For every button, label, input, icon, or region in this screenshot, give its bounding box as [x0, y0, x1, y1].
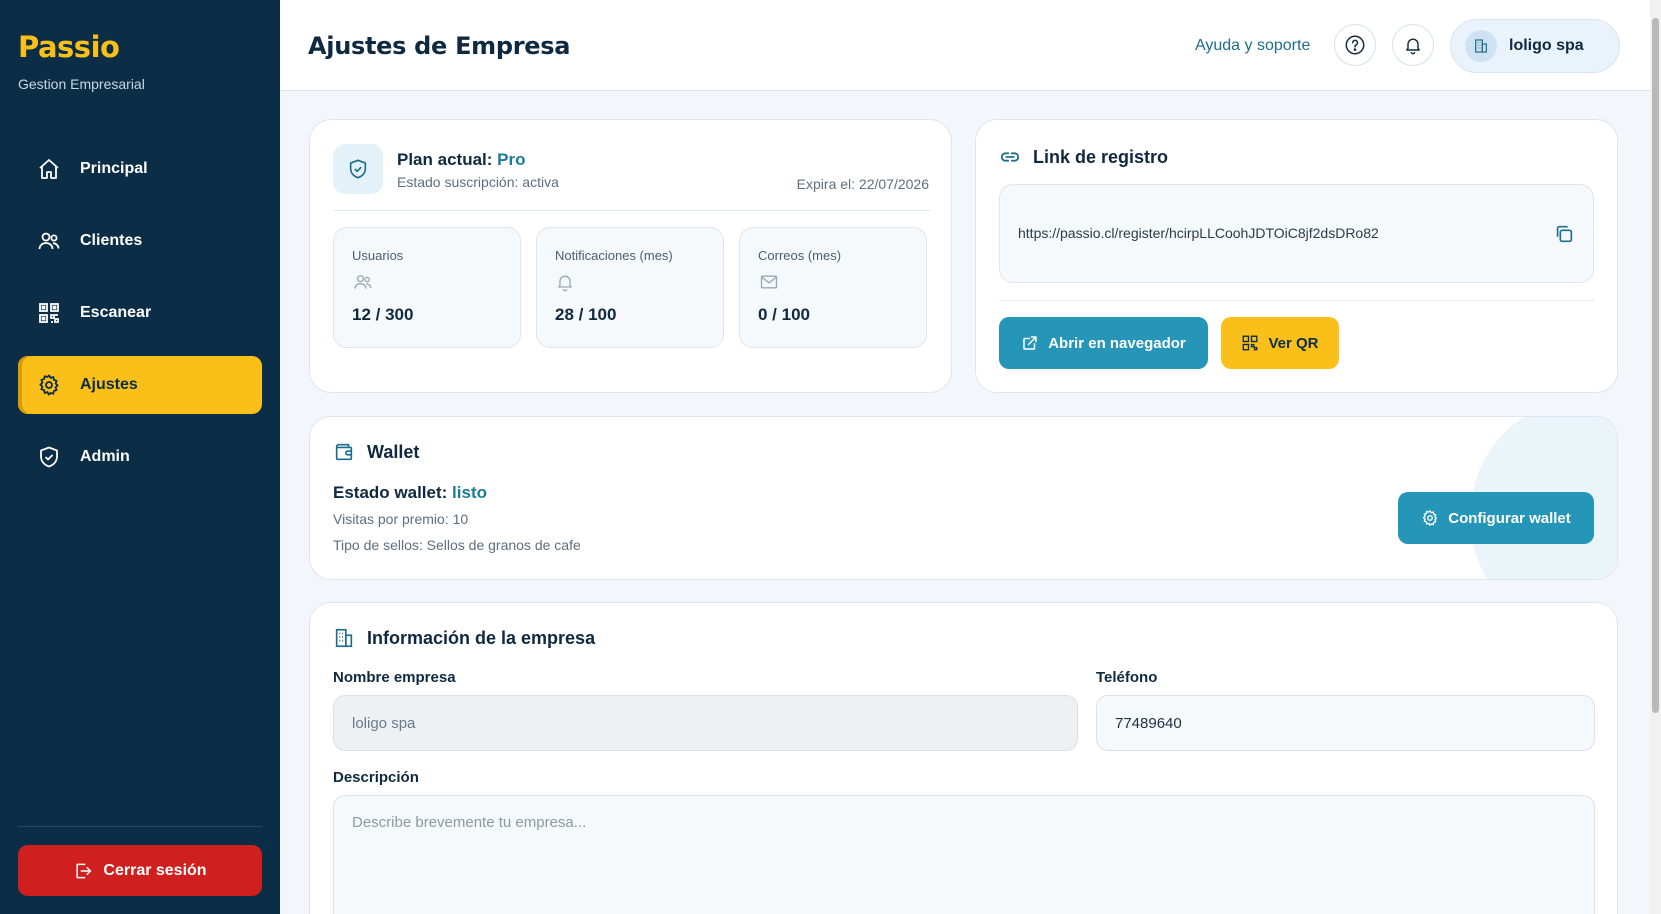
plan-title: Plan actual: Pro: [397, 150, 526, 170]
page-title: Ajustes de Empresa: [308, 32, 571, 60]
sidebar-item-clientes[interactable]: Clientes: [18, 212, 262, 270]
sidebar-item-label: Clientes: [80, 232, 143, 249]
open-in-browser-button[interactable]: Abrir en navegador: [999, 317, 1208, 369]
shield-check-icon: [347, 158, 369, 180]
wallet-state-value: listo: [452, 483, 487, 502]
card-title: Información de la empresa: [367, 627, 596, 648]
bell-icon: [1403, 35, 1423, 55]
button-label: Ver QR: [1268, 334, 1319, 352]
company-info-card: Información de la empresa Nombre empresa…: [309, 602, 1618, 914]
plan-title-prefix: Plan actual:: [397, 150, 493, 169]
link-icon: [999, 146, 1021, 168]
divider: [999, 300, 1594, 301]
phone-value: 77489640: [1115, 714, 1182, 732]
sidebar-item-label: Ajustes: [80, 376, 138, 393]
sidebar-item-label: Admin: [80, 448, 130, 465]
qr-icon: [36, 300, 62, 326]
gear-icon: [36, 372, 62, 398]
gear-icon: [1421, 509, 1439, 527]
logout-button[interactable]: Cerrar sesión: [18, 845, 262, 896]
building-icon: [1465, 30, 1497, 62]
description-label: Descripción: [333, 769, 419, 786]
card-title: Wallet: [367, 441, 420, 462]
stat-correos: Correos (mes) 0 / 100: [739, 227, 927, 348]
company-name-field[interactable]: loligo spa: [333, 695, 1078, 751]
divider: [333, 210, 931, 211]
stat-label: Notificaciones (mes): [555, 248, 673, 263]
sidebar-item-label: Principal: [80, 160, 148, 177]
description-placeholder: Describe brevemente tu empresa...: [352, 814, 587, 831]
building-icon: [333, 627, 355, 649]
sidebar-item-escanear[interactable]: Escanear: [18, 284, 262, 342]
logout-label: Cerrar sesión: [103, 861, 207, 879]
plan-expiry: Expira el: 22/07/2026: [796, 176, 929, 192]
sidebar-item-ajustes[interactable]: Ajustes: [18, 356, 262, 414]
plan-badge: [333, 144, 383, 194]
sidebar: Passio Gestion Empresarial Principal Cli…: [0, 0, 280, 914]
card-header: Información de la empresa: [333, 627, 595, 649]
stat-value: 28 / 100: [555, 305, 617, 324]
wallet-state: Estado wallet: listo: [333, 483, 487, 503]
wallet-visits: Visitas por premio: 10: [333, 511, 469, 527]
bell-icon: [555, 272, 705, 292]
mail-icon: [758, 272, 908, 292]
stat-value: 0 / 100: [758, 305, 810, 324]
question-icon: [1344, 34, 1366, 56]
card-header: Wallet: [333, 441, 419, 463]
plan-name: Pro: [497, 150, 526, 169]
button-label: Configurar wallet: [1448, 509, 1571, 527]
card-title: Link de registro: [1033, 146, 1169, 167]
users-icon: [36, 228, 62, 254]
phone-label: Teléfono: [1096, 669, 1158, 686]
sidebar-divider: [18, 826, 262, 827]
registration-link-card: Link de registro https://passio.cl/regis…: [975, 119, 1618, 393]
help-support-link[interactable]: Ayuda y soporte: [1195, 37, 1310, 55]
company-name-value: loligo spa: [352, 714, 416, 732]
stat-usuarios: Usuarios 12 / 300: [333, 227, 521, 348]
phone-field[interactable]: 77489640: [1096, 695, 1595, 751]
registration-url[interactable]: https://passio.cl/register/hcirpLLCoohJD…: [1018, 225, 1379, 241]
sidebar-item-principal[interactable]: Principal: [18, 140, 262, 198]
qr-icon: [1241, 334, 1259, 352]
sidebar-item-label: Escanear: [80, 304, 152, 321]
company-menu[interactable]: loligo spa: [1450, 19, 1620, 73]
users-icon: [352, 272, 502, 292]
stat-notificaciones: Notificaciones (mes) 28 / 100: [536, 227, 724, 348]
registration-url-box: https://passio.cl/register/hcirpLLCoohJD…: [999, 184, 1594, 283]
button-label: Abrir en navegador: [1048, 334, 1186, 352]
wallet-state-label: Estado wallet:: [333, 483, 448, 502]
top-bar: Ajustes de Empresa Ayuda y soporte lolig…: [280, 0, 1650, 91]
description-textarea[interactable]: Describe brevemente tu empresa...: [333, 795, 1595, 914]
sidebar-item-admin[interactable]: Admin: [18, 428, 262, 486]
external-link-icon: [1021, 334, 1039, 352]
shield-icon: [36, 444, 62, 470]
brand-subtitle: Gestion Empresarial: [18, 76, 145, 92]
copy-icon[interactable]: [1553, 223, 1575, 245]
stat-label: Usuarios: [352, 248, 404, 263]
company-name: loligo spa: [1509, 37, 1584, 54]
home-icon: [36, 156, 62, 182]
scrollbar-thumb[interactable]: [1652, 18, 1659, 713]
brand-logo: Passio: [18, 30, 120, 64]
card-header: Link de registro: [999, 146, 1168, 168]
view-qr-button[interactable]: Ver QR: [1221, 317, 1339, 369]
configure-wallet-button[interactable]: Configurar wallet: [1398, 492, 1594, 544]
stat-value: 12 / 300: [352, 305, 414, 324]
wallet-stamp-type: Tipo de sellos: Sellos de granos de cafe: [333, 537, 581, 553]
logout-icon: [73, 861, 93, 881]
plan-card: Plan actual: Pro Estado suscripción: act…: [309, 119, 952, 393]
company-name-label: Nombre empresa: [333, 669, 456, 686]
notifications-button[interactable]: [1392, 24, 1434, 66]
stat-label: Correos (mes): [758, 248, 842, 263]
subscription-status: Estado suscripción: activa: [397, 174, 559, 190]
wallet-card: Wallet Estado wallet: listo Visitas por …: [309, 416, 1618, 580]
help-button[interactable]: [1334, 24, 1376, 66]
wallet-icon: [333, 441, 355, 463]
